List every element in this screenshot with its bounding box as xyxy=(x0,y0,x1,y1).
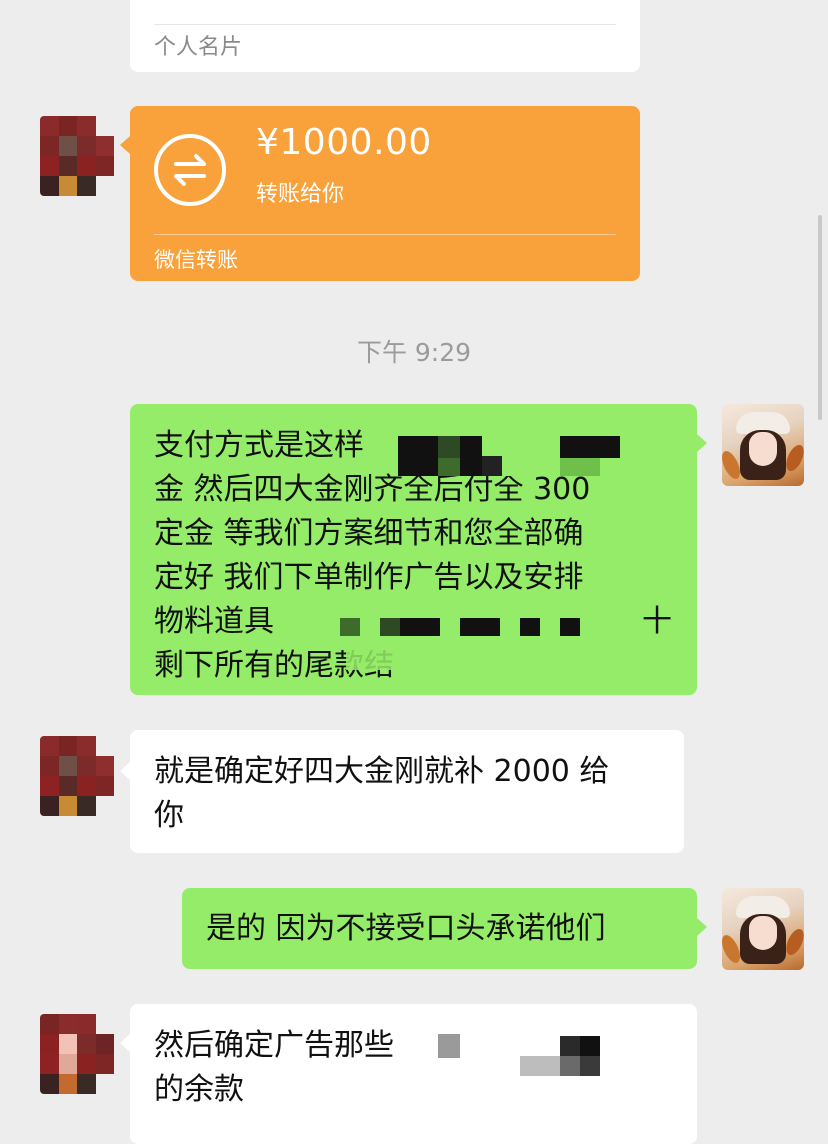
redaction-block xyxy=(340,618,360,636)
message-bubble-balance[interactable]: 然后确定广告那些 的余款 xyxy=(130,1004,697,1144)
message-bubble-tail xyxy=(120,762,130,780)
redaction-block xyxy=(398,436,438,476)
message-bubble-tail xyxy=(697,434,707,452)
redaction-block xyxy=(438,436,460,458)
redaction-block xyxy=(560,436,620,458)
redaction-block xyxy=(438,458,460,476)
redaction-mask xyxy=(346,646,646,670)
redaction-block xyxy=(520,1056,560,1076)
transfer-bubble-tail xyxy=(120,136,130,154)
my-avatar[interactable] xyxy=(722,404,804,486)
contact-avatar[interactable] xyxy=(40,736,114,816)
chat-timestamp: 下午 9:29 xyxy=(356,338,472,367)
message-line: 你 xyxy=(154,798,184,833)
redaction-block xyxy=(380,618,400,636)
transfer-subtitle: 转账给你 xyxy=(256,182,345,207)
message-line: 就是确定好四大金刚就补 2000 给 xyxy=(154,754,610,789)
redaction-block xyxy=(580,1056,600,1076)
redaction-block xyxy=(460,618,500,636)
redaction-block xyxy=(520,618,540,636)
redaction-block xyxy=(560,1036,580,1056)
message-line: 是的 因为不接受口头承诺他们 xyxy=(206,911,606,946)
transfer-divider xyxy=(154,234,616,235)
redaction-block xyxy=(560,1056,580,1076)
redaction-block xyxy=(560,458,600,476)
redaction-block xyxy=(400,618,440,636)
message-bubble-reply[interactable]: 是的 因为不接受口头承诺他们 xyxy=(182,888,697,969)
pixelated-avatar-image xyxy=(40,736,114,816)
contact-avatar[interactable] xyxy=(40,116,114,196)
my-avatar[interactable] xyxy=(722,888,804,970)
message-line: 定金 等我们方案细节和您全部确 xyxy=(154,516,584,551)
redaction-block xyxy=(438,1034,460,1058)
message-line-end: 十 xyxy=(642,604,672,639)
redaction-block xyxy=(560,618,580,636)
message-bubble-tail xyxy=(120,1034,130,1052)
message-bubble-supplement[interactable]: 就是确定好四大金刚就补 2000 给 你 xyxy=(130,730,684,853)
redaction-block xyxy=(482,456,502,476)
contact-avatar[interactable] xyxy=(40,1014,114,1094)
scrollbar[interactable] xyxy=(818,215,822,420)
pixelated-avatar-image xyxy=(40,116,114,196)
transfer-arrows-icon xyxy=(154,134,226,206)
card-divider xyxy=(154,24,616,25)
business-card-bubble[interactable]: 个人名片 xyxy=(130,0,640,72)
transfer-footer: 微信转账 xyxy=(154,248,238,272)
pixelated-avatar-image xyxy=(40,1014,114,1094)
redaction-block xyxy=(460,436,482,476)
transfer-amount: ¥1000.00 xyxy=(256,122,432,163)
redaction-block xyxy=(580,1036,600,1056)
transfer-card[interactable]: ¥1000.00 转账给你 微信转账 xyxy=(130,106,640,281)
message-bubble-tail xyxy=(697,918,707,936)
card-label: 个人名片 xyxy=(154,35,243,60)
message-line: 定好 我们下单制作广告以及安排 xyxy=(154,560,584,595)
